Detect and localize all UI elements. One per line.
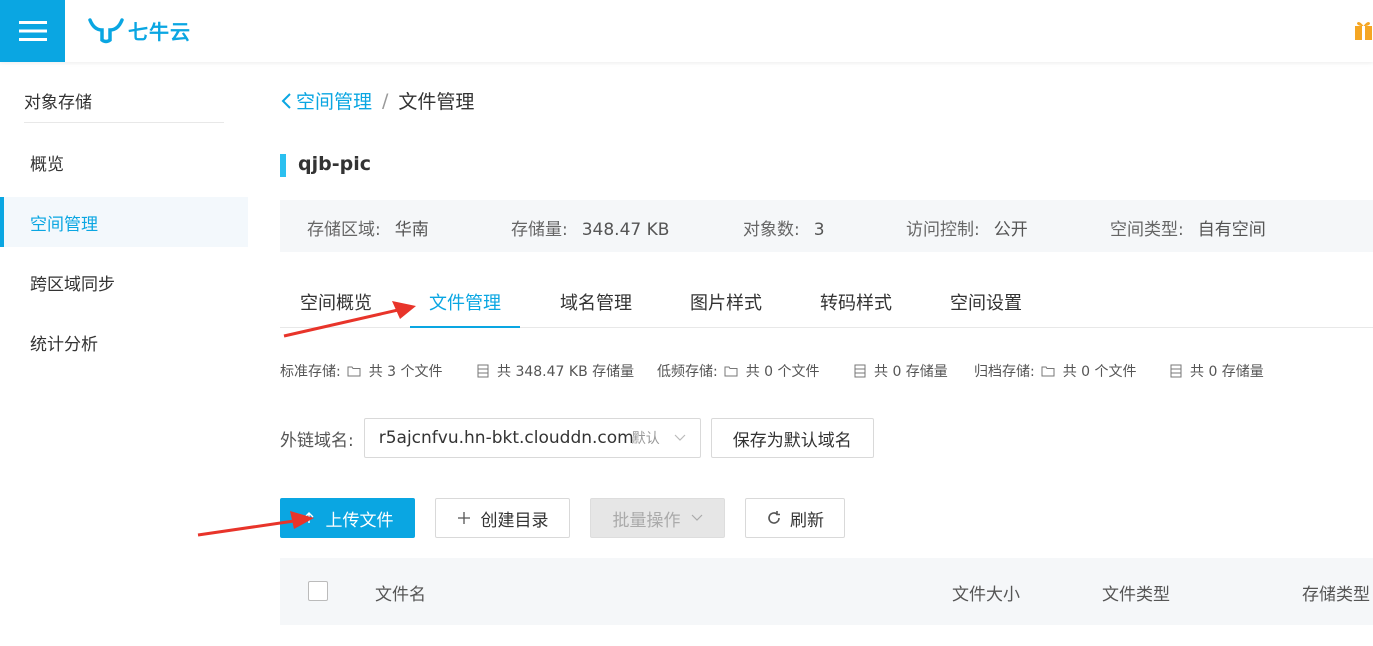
chevron-left-icon — [281, 92, 291, 109]
menu-button[interactable] — [0, 0, 65, 62]
refresh-icon — [768, 511, 780, 524]
chevron-down-icon — [691, 514, 702, 521]
batch-operation-button[interactable]: 批量操作 — [590, 498, 725, 538]
save-default-domain-label: 保存为默认域名 — [732, 430, 852, 451]
sidebar-item-bucket-management[interactable]: 空间管理 — [0, 197, 248, 247]
folder-icon — [1041, 366, 1055, 377]
sidebar-divider — [24, 122, 224, 123]
info-size: 存储量: 348.47 KB — [511, 215, 669, 240]
info-objects: 对象数: 3 — [743, 215, 825, 240]
file-table-header: 文件名 文件大小 文件类型 存储类型 — [280, 558, 1373, 625]
logo[interactable]: 七牛云 — [88, 14, 191, 46]
save-default-domain-button[interactable]: 保存为默认域名 — [710, 418, 874, 458]
stat-archive-size-value: 共 0 存储量 — [1190, 364, 1264, 380]
upload-file-button[interactable]: 上传文件 — [280, 498, 415, 538]
refresh-label: 刷新 — [790, 510, 824, 531]
tab-transcode-styles[interactable]: 转码样式 — [820, 289, 892, 328]
info-size-label: 存储量: — [511, 220, 568, 240]
info-region: 存储区域: 华南 — [307, 215, 429, 240]
folder-icon — [347, 366, 361, 377]
domain-value: r5ajcnfvu.hn-bkt.clouddn.com — [378, 428, 634, 448]
stat-low-size-value: 共 0 存储量 — [874, 364, 948, 380]
hamburger-icon — [18, 21, 47, 41]
plus-icon — [457, 512, 470, 524]
storage-icon — [854, 364, 866, 378]
column-file-name[interactable]: 文件名 — [375, 580, 426, 605]
info-size-value: 348.47 KB — [581, 220, 670, 240]
info-type-label: 空间类型: — [1110, 220, 1184, 240]
info-region-label: 存储区域: — [307, 220, 381, 240]
sidebar-title: 对象存储 — [24, 93, 92, 113]
top-bar: 七牛云 — [0, 0, 1373, 62]
stat-archive-size: 共 0 存储量 — [1170, 361, 1264, 381]
qiniu-logo-icon — [88, 18, 124, 44]
storage-icon — [477, 364, 489, 378]
stat-low-files: 共 0 个文件 — [745, 364, 820, 380]
info-access-value: 公开 — [993, 220, 1028, 240]
tab-bucket-settings[interactable]: 空间设置 — [950, 289, 1022, 328]
stat-standard-size-value: 共 348.47 KB 存储量 — [497, 364, 635, 380]
column-file-type[interactable]: 文件类型 — [1102, 580, 1170, 605]
logo-text: 七牛云 — [128, 19, 191, 44]
stat-archive-label: 归档存储: — [974, 364, 1035, 380]
stat-low-size: 共 0 存储量 — [854, 361, 948, 381]
tab-domain-management[interactable]: 域名管理 — [560, 289, 632, 328]
stat-standard-size: 共 348.47 KB 存储量 — [477, 361, 634, 381]
stat-standard-label: 标准存储: — [280, 364, 341, 380]
breadcrumb-parent[interactable]: 空间管理 — [296, 87, 372, 114]
sidebar-item-cross-region-sync[interactable]: 跨区域同步 — [0, 257, 248, 307]
create-directory-button[interactable]: 创建目录 — [435, 498, 570, 538]
folder-icon — [724, 366, 738, 377]
bucket-tabs: 空间概览 文件管理 域名管理 图片样式 转码样式 空间设置 — [280, 279, 1373, 328]
column-storage-type[interactable]: 存储类型 — [1302, 580, 1370, 605]
stat-low: 低频存储: 共 0 个文件 — [657, 361, 820, 381]
bucket-info-strip: 存储区域: 华南 存储量: 348.47 KB 对象数: 3 访问控制: 公开 空间类型… — [280, 200, 1373, 252]
tab-file-management[interactable]: 文件管理 — [410, 289, 520, 328]
stat-archive: 归档存储: 共 0 个文件 — [974, 361, 1137, 381]
info-access-label: 访问控制: — [906, 220, 980, 240]
breadcrumb-back-link[interactable]: 空间管理 — [280, 87, 372, 114]
bucket-accent-bar — [280, 154, 286, 177]
create-directory-label: 创建目录 — [480, 510, 549, 531]
info-objects-value: 3 — [813, 220, 825, 240]
breadcrumb-separator: / — [382, 89, 389, 112]
upload-file-label: 上传文件 — [325, 510, 394, 531]
tab-bucket-overview[interactable]: 空间概览 — [300, 289, 372, 328]
bucket-name: qjb-pic — [298, 153, 371, 175]
info-type: 空间类型: 自有空间 — [1110, 215, 1266, 240]
select-all-checkbox[interactable] — [308, 581, 328, 601]
info-access: 访问控制: 公开 — [906, 215, 1028, 240]
main-content: 空间管理 / 文件管理 qjb-pic 存储区域: 华南 存储量: 348.47 K… — [252, 62, 1373, 646]
domain-row: 外链域名: r5ajcnfvu.hn-bkt.clouddn.com 默认 保存… — [280, 418, 874, 458]
stat-low-label: 低频存储: — [657, 364, 718, 380]
batch-operation-label: 批量操作 — [612, 510, 681, 531]
stat-standard-files: 共 3 个文件 — [368, 364, 443, 380]
breadcrumb: 空间管理 / 文件管理 — [280, 87, 474, 114]
gift-icon[interactable] — [1354, 20, 1373, 40]
info-region-value: 华南 — [394, 220, 429, 240]
refresh-button[interactable]: 刷新 — [745, 498, 845, 538]
sidebar: 对象存储 概览 空间管理 跨区域同步 统计分析 — [0, 62, 252, 646]
chevron-down-icon — [674, 434, 686, 441]
stat-standard: 标准存储: 共 3 个文件 — [280, 361, 443, 381]
info-objects-label: 对象数: — [743, 220, 800, 240]
storage-icon — [1170, 364, 1182, 378]
tab-image-styles[interactable]: 图片样式 — [690, 289, 762, 328]
domain-select[interactable]: r5ajcnfvu.hn-bkt.clouddn.com 默认 — [363, 418, 701, 458]
domain-default-tag: 默认 — [631, 431, 660, 447]
upload-icon — [304, 512, 313, 523]
sidebar-item-statistics[interactable]: 统计分析 — [0, 317, 248, 367]
breadcrumb-current: 文件管理 — [398, 91, 475, 113]
domain-label: 外链域名: — [280, 430, 354, 451]
column-file-size[interactable]: 文件大小 — [952, 580, 1020, 605]
info-type-value: 自有空间 — [1197, 220, 1266, 240]
sidebar-item-overview[interactable]: 概览 — [0, 137, 248, 187]
stat-archive-files: 共 0 个文件 — [1062, 364, 1137, 380]
